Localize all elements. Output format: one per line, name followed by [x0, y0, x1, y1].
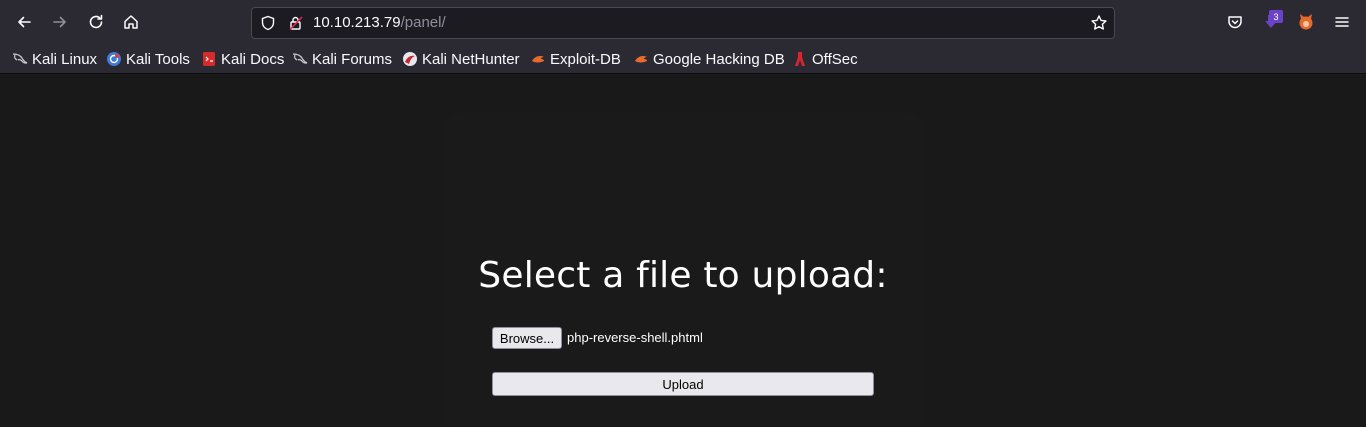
- upload-button[interactable]: Upload: [492, 372, 874, 396]
- url-bar[interactable]: 10.10.213.79/panel/: [251, 7, 1115, 39]
- bookmark-label: Exploit-DB: [550, 50, 621, 68]
- kali-docs-icon: [203, 52, 215, 66]
- insecure-lock-icon[interactable]: [288, 15, 304, 35]
- bookmarks-toolbar: Kali Linux Kali Tools Kali Docs Kali For…: [0, 44, 1366, 74]
- nethunter-icon: [403, 52, 417, 66]
- kali-dragon-icon: [12, 53, 28, 64]
- bookmark-kali-docs[interactable]: Kali Docs: [201, 50, 284, 68]
- arrow-left-icon: [18, 16, 31, 28]
- url-text[interactable]: 10.10.213.79/panel/: [313, 14, 446, 31]
- url-path: /panel/: [400, 14, 446, 31]
- offsec-icon: [795, 52, 805, 66]
- bookmark-kali-linux[interactable]: Kali Linux: [12, 50, 97, 68]
- bookmark-label: Kali NetHunter: [422, 50, 520, 68]
- browser-toolbar: 10.10.213.79/panel/ 3: [0, 0, 1366, 44]
- page-content: Select a file to upload: Browse... php-r…: [0, 75, 1366, 427]
- forward-button[interactable]: [45, 7, 75, 37]
- bookmark-kali-forums[interactable]: Kali Forums: [292, 50, 392, 68]
- hamburger-menu-icon: [1335, 17, 1349, 27]
- home-icon: [124, 15, 138, 29]
- shield-icon[interactable]: [260, 15, 276, 35]
- bookmark-label: Kali Linux: [32, 50, 98, 68]
- bookmark-exploit-db[interactable]: Exploit-DB: [530, 50, 621, 68]
- exploit-db-icon: [532, 56, 544, 63]
- browse-button[interactable]: Browse...: [492, 327, 562, 349]
- bookmark-label: Kali Forums: [312, 50, 393, 68]
- kali-tools-icon: [107, 52, 121, 66]
- bookmark-offsec[interactable]: OffSec: [792, 50, 858, 68]
- bookmark-google-hacking-db[interactable]: Google Hacking DB: [633, 50, 785, 68]
- foxyproxy-button[interactable]: [1291, 7, 1321, 37]
- bookmark-label: Kali Docs: [221, 50, 285, 68]
- arrow-right-icon: [53, 16, 66, 28]
- selected-file-name: php-reverse-shell.phtml: [567, 330, 703, 345]
- bookmark-kali-nethunter[interactable]: Kali NetHunter: [402, 50, 520, 68]
- back-button[interactable]: [9, 7, 39, 37]
- bookmark-label: Kali Tools: [126, 50, 190, 68]
- bookmark-label: OffSec: [812, 50, 858, 68]
- bookmark-label: Google Hacking DB: [653, 50, 785, 68]
- page-title: Select a file to upload:: [478, 255, 888, 296]
- home-button[interactable]: [116, 7, 146, 37]
- extension-badge: 3: [1269, 10, 1283, 23]
- fox-extension-icon: [1299, 14, 1313, 30]
- bookmark-kali-tools[interactable]: Kali Tools: [106, 50, 190, 68]
- reload-button[interactable]: [81, 7, 111, 37]
- reload-icon: [89, 14, 103, 29]
- bookmark-star-icon[interactable]: [1090, 14, 1108, 36]
- app-menu-button[interactable]: [1327, 7, 1357, 37]
- kali-dragon-icon: [292, 53, 308, 64]
- exploit-db-icon: [635, 56, 647, 63]
- pocket-icon: [1228, 16, 1242, 29]
- pocket-button[interactable]: [1220, 7, 1250, 37]
- url-host: 10.10.213.79: [313, 14, 401, 31]
